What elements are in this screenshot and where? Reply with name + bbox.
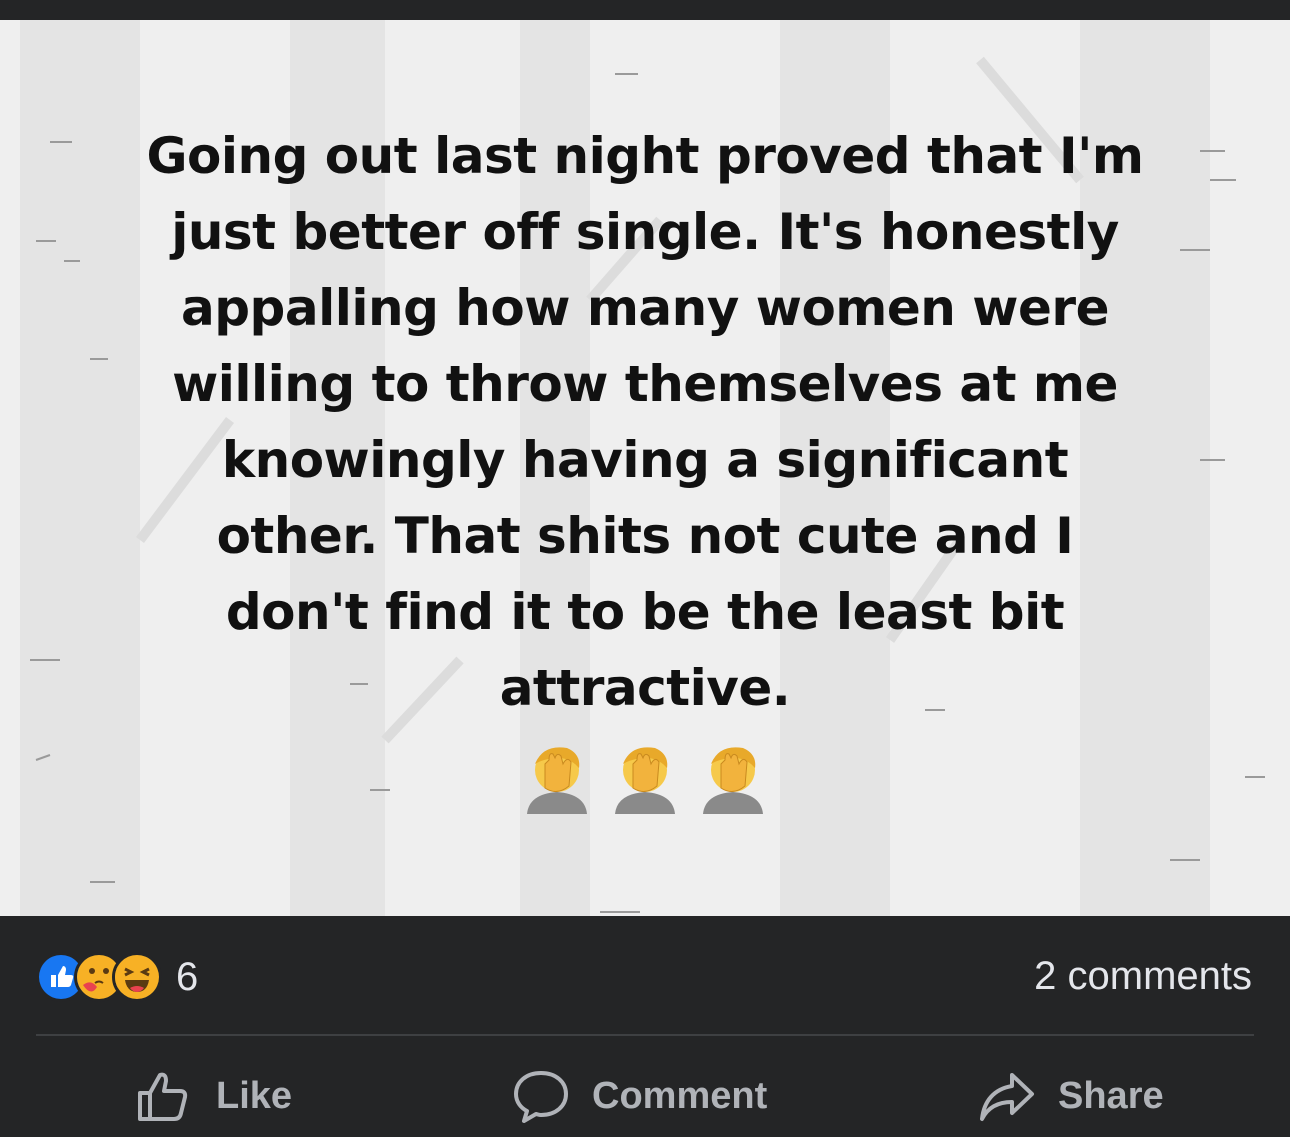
haha-reaction-icon — [112, 952, 162, 1002]
comment-label: Comment — [592, 1074, 768, 1117]
facepalm-emoji — [527, 747, 587, 814]
post-footer: 6 2 comments Like Comment Share — [0, 916, 1290, 1137]
comment-button[interactable]: Comment — [512, 1064, 767, 1128]
top-bar — [0, 0, 1290, 20]
share-label: Share — [1058, 1074, 1164, 1117]
post-text-line: just better off single. It's honestly — [171, 203, 1119, 261]
post-text-line: willing to throw themselves at me — [172, 355, 1118, 413]
share-arrow-icon — [980, 1073, 1034, 1121]
reactions-summary[interactable]: 6 — [36, 952, 198, 1002]
post-text-line: knowingly having a significant — [221, 431, 1069, 489]
facepalm-emoji — [703, 747, 763, 814]
like-label: Like — [216, 1074, 293, 1117]
post-image[interactable]: Going out last night proved that I'm jus… — [0, 20, 1290, 916]
post-text-line: don't find it to be the least bit — [225, 583, 1065, 641]
like-button[interactable]: Like — [136, 1064, 292, 1128]
post-actions: Like Comment Share — [0, 1064, 1290, 1128]
emoji-row — [0, 742, 1290, 814]
post-text-line: attractive. — [499, 659, 791, 717]
share-button[interactable]: Share — [978, 1064, 1164, 1128]
facepalm-emoji — [615, 747, 675, 814]
comment-bubble-icon — [514, 1071, 568, 1123]
post-text: Going out last night proved that I'm jus… — [60, 118, 1230, 726]
post-text-line: other. That shits not cute and I — [216, 507, 1074, 565]
post-text-line: Going out last night proved that I'm — [146, 127, 1144, 185]
comments-count-link[interactable]: 2 comments — [1034, 954, 1252, 999]
thumbs-up-icon — [138, 1072, 188, 1121]
post-text-line: appalling how many women were — [181, 279, 1109, 337]
reaction-count: 6 — [176, 954, 199, 999]
divider — [36, 1034, 1254, 1036]
